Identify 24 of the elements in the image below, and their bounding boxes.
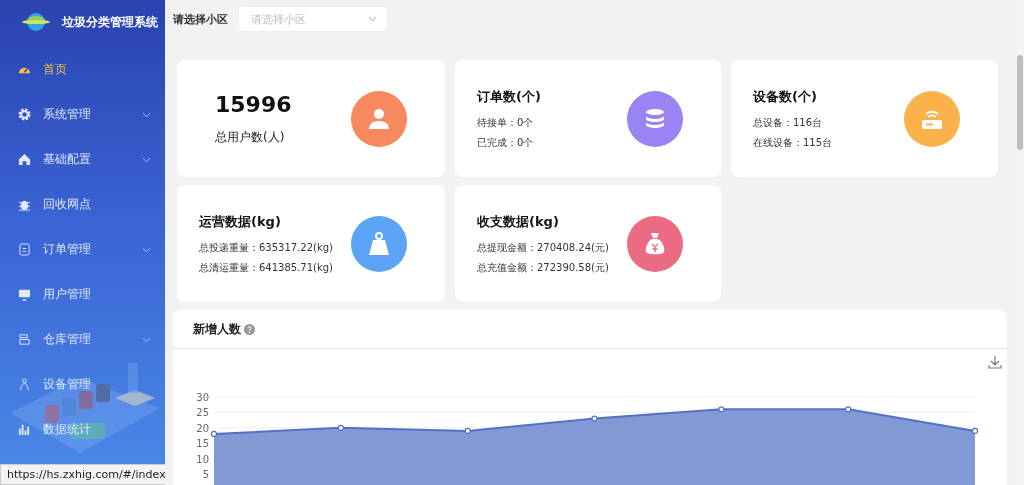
card-title: 收支数据(kg)	[477, 212, 560, 231]
stat-line: 总设备：116台	[753, 115, 824, 130]
axis-tick-label: 20	[196, 422, 209, 434]
stat-line: 总充值金额：272390.58(元)	[477, 260, 609, 275]
app-title: 垃圾分类管理系统	[62, 13, 158, 31]
stat-line: 已完成：0个	[477, 135, 535, 150]
axis-tick-label: 15	[196, 438, 209, 450]
axis-tick-label: 30	[196, 392, 209, 403]
stat-line: 总提现金额：270408.24(元)	[477, 240, 609, 255]
card-title: 订单数(个)	[477, 87, 541, 106]
axis-tick-label: 25	[196, 407, 209, 419]
card-title: 设备数(个)	[753, 87, 818, 106]
filter-label: 请选择小区	[173, 11, 228, 27]
status-url: https://hs.zxhig.com/#/index	[0, 464, 165, 485]
stat-line: 总投递重量：635317.22(kg)	[199, 240, 334, 255]
card-title: 运营数据(kg)	[199, 212, 282, 231]
stat-line: 总清运重量：641385.71(kg)	[199, 260, 334, 275]
axis-tick-label: 10	[196, 453, 209, 465]
axis-tick-label: 5	[202, 469, 209, 480]
panel-title: 新增人数	[193, 320, 241, 338]
total-value: 15996	[215, 91, 292, 117]
stat-line: 在线设备：115台	[753, 135, 833, 150]
total-label: 总用户数(人)	[215, 128, 286, 146]
stat-line: 待接单：0个	[477, 115, 535, 130]
